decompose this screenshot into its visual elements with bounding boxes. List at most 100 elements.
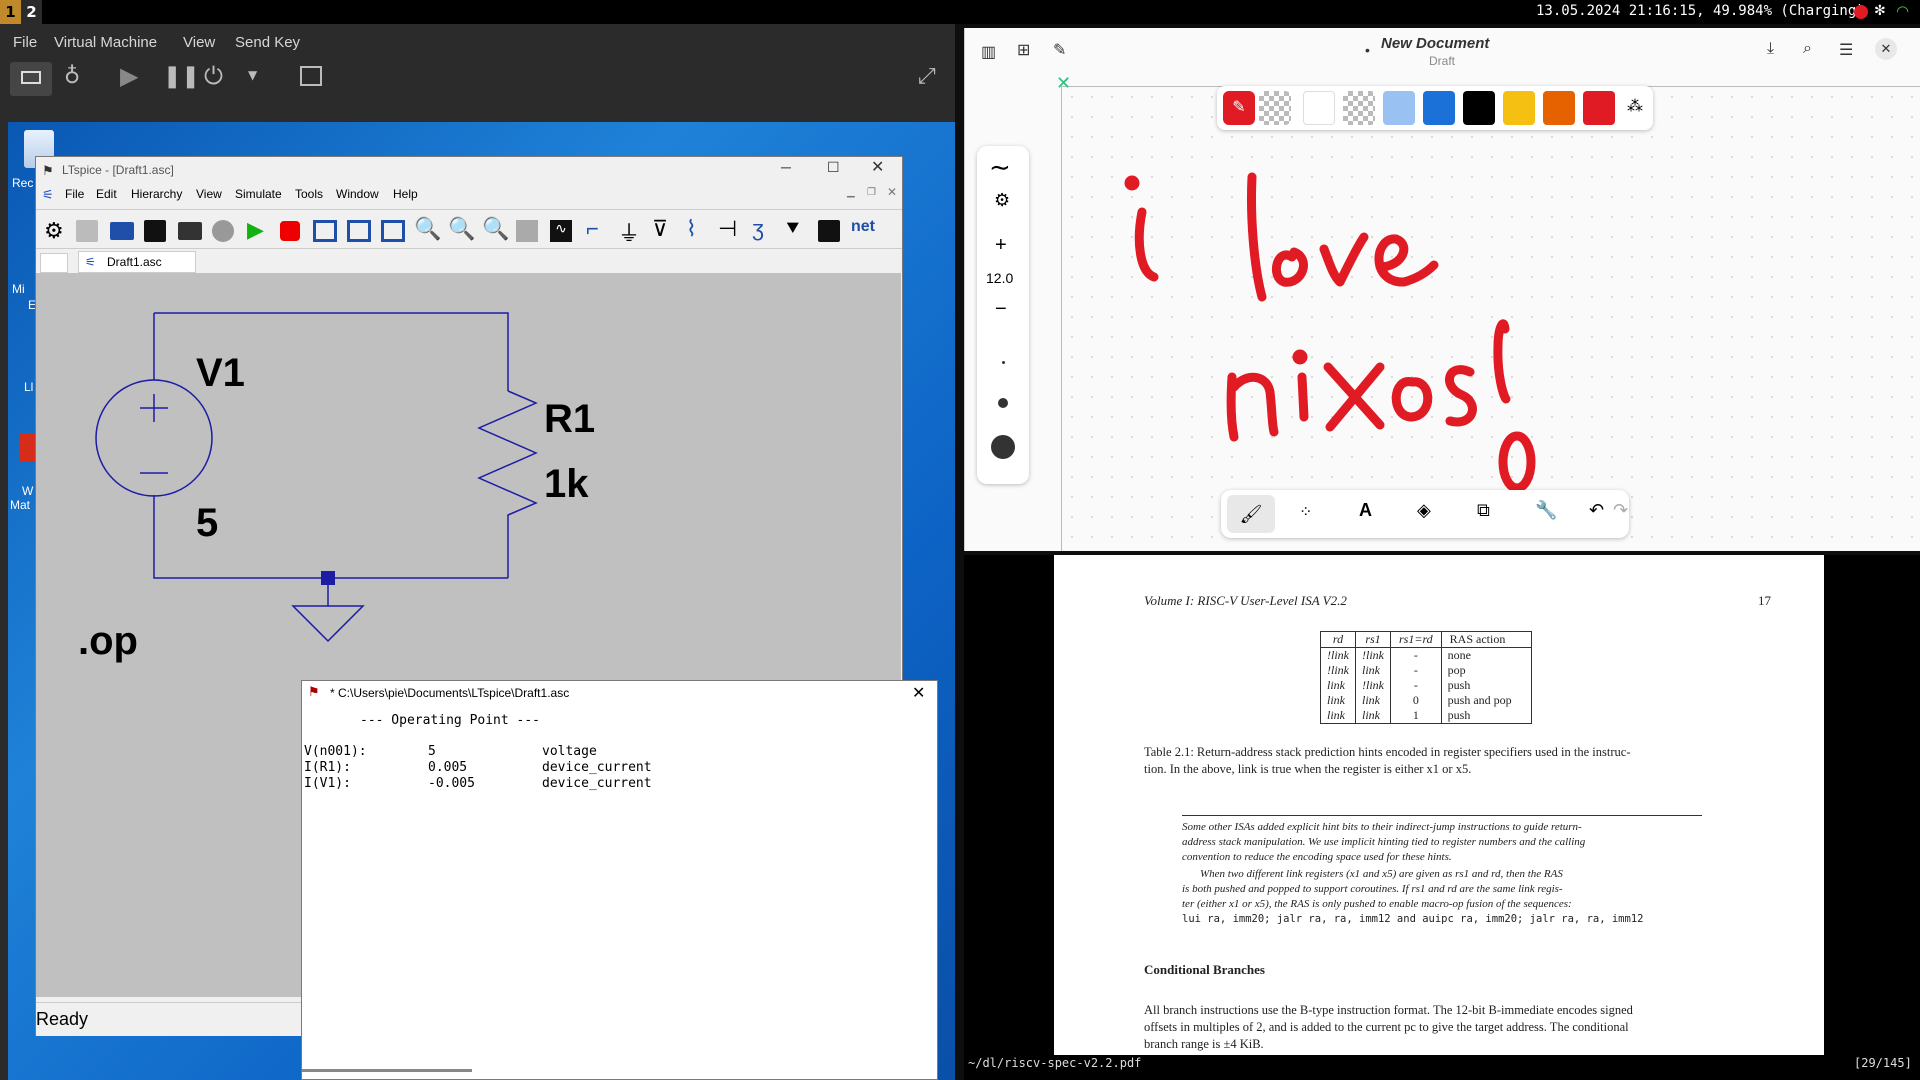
menu-simulate[interactable]: Simulate xyxy=(235,187,282,201)
vm-menu-file[interactable]: File xyxy=(13,34,37,51)
vm-menu-virtual-machine[interactable]: Virtual Machine xyxy=(54,34,157,51)
component-icon[interactable] xyxy=(818,220,840,242)
tab-draft1[interactable]: ⚟ Draft1.asc xyxy=(78,251,196,273)
shapes-tool-icon[interactable]: ⁘ xyxy=(1299,502,1312,522)
capacitor-icon[interactable]: ⊣ xyxy=(718,216,737,242)
save-icon[interactable] xyxy=(144,220,166,242)
spice-netlist-icon[interactable]: net xyxy=(851,218,875,236)
waveform-icon[interactable]: ∿ xyxy=(550,220,572,242)
pdf-page[interactable]: Volume I: RISC-V User-Level ISA V2.2 17 … xyxy=(1054,555,1824,1055)
pen-off-icon[interactable]: ✎ xyxy=(1053,40,1066,60)
size-medium-button[interactable] xyxy=(998,398,1008,408)
redo-icon[interactable]: ↷ xyxy=(1613,500,1628,521)
fullscreen-icon[interactable]: ⤢ xyxy=(918,64,936,89)
op-directive[interactable]: .op xyxy=(78,619,138,664)
menu-file[interactable]: File xyxy=(65,187,84,201)
eraser-color-button[interactable] xyxy=(1259,91,1291,125)
tab-waveform-icon[interactable] xyxy=(40,253,68,273)
autorange-icon[interactable] xyxy=(516,220,538,242)
menu-hierarchy[interactable]: Hierarchy xyxy=(131,187,182,201)
screenshot-icon[interactable] xyxy=(300,66,322,86)
menu-edit[interactable]: Edit xyxy=(96,187,117,201)
color-swatch-transparent[interactable] xyxy=(1343,91,1375,125)
color-swatch-light-blue[interactable] xyxy=(1383,91,1415,125)
chevron-down-icon[interactable]: ▼ xyxy=(248,68,257,82)
mdi-close-button[interactable]: ✕ xyxy=(887,185,897,199)
workspace-2[interactable]: 2 xyxy=(21,0,42,24)
open-folder-icon[interactable] xyxy=(110,222,134,240)
horizontal-scrollbar[interactable] xyxy=(302,1069,472,1072)
r1-name-label[interactable]: R1 xyxy=(544,397,595,442)
control-panel-icon[interactable] xyxy=(212,220,234,242)
v1-name-label[interactable]: V1 xyxy=(196,351,245,396)
stop-icon[interactable] xyxy=(280,221,300,241)
size-large-button[interactable] xyxy=(991,435,1015,459)
r1-value-label[interactable]: 1k xyxy=(544,462,589,507)
menu-view[interactable]: View xyxy=(196,187,222,201)
v1-value-label[interactable]: 5 xyxy=(196,501,218,546)
zoom-in-icon[interactable]: 🔍 xyxy=(414,216,441,242)
menu-tools[interactable]: Tools xyxy=(295,187,323,201)
size-small-button[interactable] xyxy=(1002,361,1005,364)
play-icon[interactable]: ▶ xyxy=(120,62,138,90)
brush-tool-button[interactable]: 🖌 xyxy=(1227,495,1275,533)
cascade-icon[interactable] xyxy=(381,220,405,242)
power-icon[interactable]: ⏻ xyxy=(204,62,223,90)
ground-icon[interactable]: ⏚ xyxy=(618,216,640,248)
mdi-minimize-button[interactable]: ▁ xyxy=(847,187,855,198)
run-icon[interactable]: ▶ xyxy=(247,217,264,243)
label-net-icon[interactable]: ⊽ xyxy=(652,216,668,242)
color-swatch-white[interactable] xyxy=(1303,91,1335,125)
vm-menu-view[interactable]: View xyxy=(183,34,215,51)
wifi-icon[interactable]: ◠ xyxy=(1896,2,1909,20)
op-close-button[interactable]: ✕ xyxy=(912,683,925,702)
vm-menu-send-key[interactable]: Send Key xyxy=(235,34,300,51)
zoom-fit-icon[interactable]: 🔍 xyxy=(482,216,509,242)
tools-wrench-icon[interactable]: 🔧 xyxy=(1535,500,1557,521)
resistor-icon[interactable]: ⌇ xyxy=(686,216,697,242)
color-swatch-yellow[interactable] xyxy=(1503,91,1535,125)
eraser-tool-icon[interactable]: ◈ xyxy=(1417,500,1431,521)
diode-icon[interactable]: ⯆ xyxy=(784,216,802,242)
color-swatch-red[interactable] xyxy=(1583,91,1615,125)
menu-icon[interactable]: ☰ xyxy=(1839,40,1853,60)
maximize-button[interactable]: ☐ xyxy=(827,159,840,176)
print-icon[interactable] xyxy=(178,222,202,240)
color-picker-icon[interactable]: ⁂ xyxy=(1627,96,1643,116)
minimize-button[interactable]: ─ xyxy=(781,159,791,175)
tile-vertical-icon[interactable] xyxy=(313,220,337,242)
download-icon[interactable]: ⤓ xyxy=(1767,40,1774,58)
drawing-canvas[interactable]: ✕ xyxy=(1056,73,1920,551)
color-swatch-black[interactable] xyxy=(1463,91,1495,125)
stroke-width-value[interactable]: 12.0 xyxy=(986,270,1013,286)
tile-horizontal-icon[interactable] xyxy=(347,220,371,242)
undo-icon[interactable]: ↶ xyxy=(1589,500,1604,521)
mdi-restore-button[interactable]: ❐ xyxy=(867,187,876,198)
text-tool-icon[interactable]: A xyxy=(1359,500,1372,521)
menu-window[interactable]: Window xyxy=(336,187,379,201)
lightbulb-icon[interactable]: ♁ xyxy=(64,64,80,89)
settings-gear-icon[interactable]: ⚙ xyxy=(44,220,64,242)
record-icon[interactable] xyxy=(1854,5,1868,19)
wire-icon[interactable]: ⌐ xyxy=(586,216,599,242)
close-icon[interactable]: ✕ xyxy=(1875,38,1897,60)
close-button[interactable]: ✕ xyxy=(871,157,884,177)
inductor-icon[interactable]: ʒ xyxy=(752,216,764,242)
pause-icon[interactable]: ❚❚ xyxy=(163,64,200,89)
zoom-page-icon[interactable]: ⌕ xyxy=(1803,40,1812,58)
active-pen-color-button[interactable]: ✎ xyxy=(1223,91,1255,125)
zoom-out-button[interactable]: − xyxy=(995,298,1007,321)
color-swatch-orange[interactable] xyxy=(1543,91,1575,125)
stroke-style-icon[interactable]: ∼ xyxy=(989,152,1011,183)
gear-icon[interactable]: ⚙ xyxy=(994,190,1010,211)
menu-help[interactable]: Help xyxy=(393,187,418,201)
bluetooth-icon[interactable]: ✻ xyxy=(1874,3,1886,19)
vm-display-button[interactable] xyxy=(10,62,52,96)
workspace-1[interactable]: 1 xyxy=(0,0,21,24)
zoom-in-button[interactable]: + xyxy=(995,234,1007,257)
sidebar-toggle-icon[interactable]: ▥ xyxy=(981,42,996,62)
new-schematic-icon[interactable] xyxy=(76,220,98,242)
new-document-icon[interactable]: ⊞ xyxy=(1017,40,1030,60)
color-swatch-blue[interactable] xyxy=(1423,91,1455,125)
selector-tool-icon[interactable]: ⧉ xyxy=(1477,500,1490,521)
